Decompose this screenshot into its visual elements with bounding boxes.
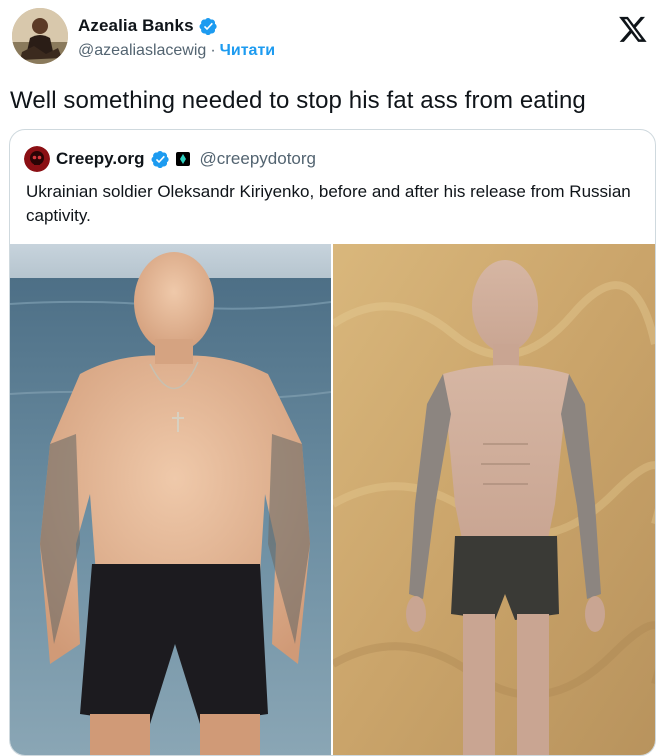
author-name-row: Azealia Banks <box>78 16 218 36</box>
x-logo-icon[interactable] <box>618 14 648 44</box>
avatar-image <box>12 8 68 64</box>
author-handle[interactable]: @azealiaslacewig <box>78 42 206 59</box>
follow-button[interactable]: Читати <box>220 42 275 59</box>
quoted-author-display-name[interactable]: Creepy.org <box>56 149 145 169</box>
quoted-tweet-header: Creepy.org @creepydotorg <box>24 146 316 172</box>
after-photo[interactable] <box>333 244 655 755</box>
photo-before-captivity <box>10 244 331 755</box>
separator-dot: · <box>210 42 216 59</box>
author-display-name[interactable]: Azealia Banks <box>78 16 194 36</box>
author-avatar[interactable] <box>12 8 68 64</box>
quoted-tweet-card[interactable]: Creepy.org @creepydotorg Ukrainian soldi… <box>9 129 656 756</box>
verified-badge-icon <box>151 150 169 168</box>
author-handle-row: @azealiaslacewig · Читати <box>78 42 275 60</box>
tweet-text: Well something needed to stop his fat as… <box>10 87 586 114</box>
tweet-header: Azealia Banks @azealiaslacewig · Читати <box>12 8 652 72</box>
photo-after-captivity <box>333 244 655 755</box>
quoted-tweet-text: Ukrainian soldier Oleksandr Kiriyenko, b… <box>26 182 631 225</box>
skull-logo-icon <box>24 146 50 172</box>
quoted-author-avatar[interactable] <box>24 146 50 172</box>
before-photo[interactable] <box>10 244 331 755</box>
affiliate-badge-icon <box>175 152 190 166</box>
media-grid <box>10 244 655 755</box>
verified-badge-icon <box>199 17 217 35</box>
quoted-author-handle[interactable]: @creepydotorg <box>200 149 317 169</box>
